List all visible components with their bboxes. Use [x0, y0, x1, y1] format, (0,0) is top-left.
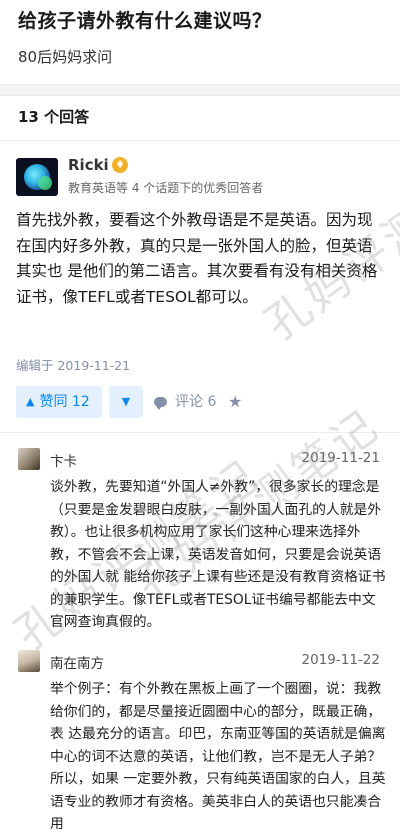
triangle-up-icon: ▲: [26, 395, 35, 408]
section-separator: [0, 84, 400, 96]
excellent-answerer-badge-icon: ♦: [112, 157, 128, 173]
triangle-down-icon: ▼: [121, 395, 131, 408]
upvote-button[interactable]: ▲ 赞同 12: [16, 386, 102, 418]
question-title: 给孩子请外教有什么建议吗？: [18, 10, 272, 32]
answers-count[interactable]: 13 个回答: [18, 106, 89, 127]
comment-author-name[interactable]: 卞卡: [50, 450, 77, 470]
downvote-button[interactable]: ▼: [109, 386, 143, 418]
question-subtitle: 80后妈妈求问: [18, 48, 113, 66]
comment-avatar[interactable]: [18, 448, 40, 470]
comment-time: 2019-11-21: [301, 450, 380, 466]
star-icon[interactable]: ★: [228, 386, 242, 418]
comment-icon: [154, 397, 167, 410]
comment-author-name[interactable]: 南在南方: [50, 652, 104, 672]
comment-text: 举个例子：有个外教在黑板上画了一个圈圈，说：我教给你们的，都是尽量接近圆圈中心的…: [50, 681, 386, 832]
author-bio: 教育英语等 4 个话题下的优秀回答者: [68, 181, 264, 195]
comment-time: 2019-11-22: [301, 652, 380, 668]
answer-body: 首先找外教，要看这个外教母语是不是英语。因为现在国内好多外教，真的只是一张外国人…: [16, 211, 378, 306]
upvote-label: 赞同 12: [39, 394, 90, 410]
avatar[interactable]: [16, 158, 58, 196]
comment-divider: [0, 432, 400, 433]
edit-time: 编辑于 2019-11-21: [16, 358, 131, 373]
comment-text: 谈外教，先要知道“外国人≠外教”，很多家长的理念是（只要是金发碧眼白皮肤，一副外…: [50, 479, 386, 630]
comment-button[interactable]: 评论 6: [154, 386, 216, 418]
author-name[interactable]: Ricki: [68, 156, 109, 174]
divider: [0, 140, 400, 141]
comment-avatar[interactable]: [18, 650, 40, 672]
comment-label: 评论 6: [175, 394, 217, 410]
